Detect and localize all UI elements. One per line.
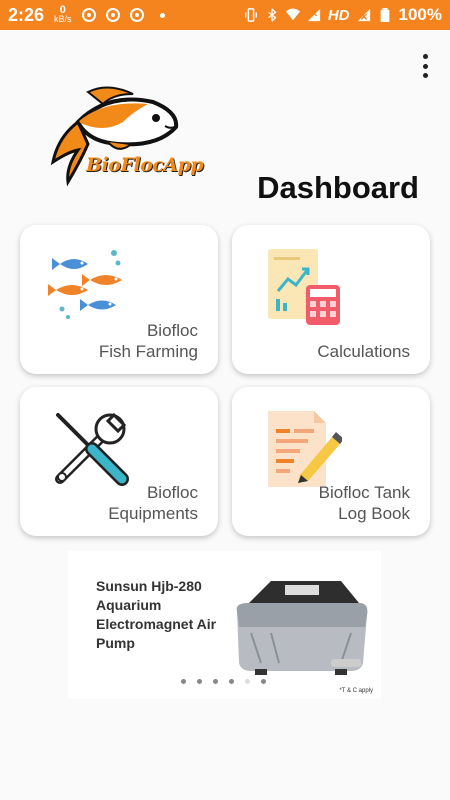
card-label-line2: Log Book (338, 504, 410, 523)
banner-fine-print: *T & C apply (339, 688, 373, 694)
cellular-signal-icon (357, 8, 370, 22)
calculator-chart-icon (268, 249, 340, 325)
tools-icon (55, 412, 129, 486)
sync-icon (267, 8, 277, 22)
aperture-icon (129, 8, 144, 22)
aperture-icon (81, 8, 96, 22)
card-label-line1: Biofloc Tank (318, 483, 410, 502)
card-label-line2: Fish Farming (98, 342, 198, 361)
promo-banner[interactable]: Sunsun Hjb-280 Aquarium Electromagnet Ai… (68, 551, 381, 699)
vibrate-icon (244, 8, 257, 22)
carousel-dot[interactable] (197, 679, 202, 684)
battery-percent: 100% (398, 5, 442, 24)
aperture-icon (105, 8, 120, 22)
card-log-book[interactable]: Biofloc Tank Log Book (232, 387, 430, 536)
status-time: 2:26 (8, 4, 45, 25)
card-equipments[interactable]: Biofloc Equipments (20, 387, 218, 536)
carousel-indicator (181, 679, 266, 684)
network-type-label: HD (327, 6, 350, 24)
card-label-line1: Biofloc (146, 321, 198, 340)
network-speed-indicator: 0 kB/s (54, 5, 72, 24)
banner-title: Sunsun Hjb-280 Aquarium Electromagnet Ai… (96, 578, 217, 651)
card-label-line2: Equipments (108, 504, 198, 523)
air-pump-image (236, 581, 368, 675)
page-title: Dashboard (257, 170, 419, 205)
battery-icon (380, 8, 389, 22)
carousel-dot[interactable] (261, 679, 266, 684)
fish-icon (48, 250, 122, 319)
status-bar: 2:26 0 kB/s HD 100% (0, 0, 450, 30)
logo-text: BioFlocApp (86, 154, 204, 176)
more-options-icon[interactable] (420, 54, 430, 78)
card-fish-farming[interactable]: Biofloc Fish Farming (20, 225, 218, 374)
card-label-line1: Biofloc (146, 483, 198, 502)
carousel-dot-active[interactable] (245, 679, 250, 684)
logbook-icon (268, 411, 342, 487)
cellular-signal-icon (307, 8, 320, 22)
card-label-line2: Calculations (317, 342, 410, 361)
carousel-dot[interactable] (181, 679, 186, 684)
net-speed-unit: kB/s (54, 14, 72, 24)
carousel-dot[interactable] (213, 679, 218, 684)
notification-dot-icon (159, 12, 165, 18)
carousel-dot[interactable] (229, 679, 234, 684)
wifi-icon (285, 8, 300, 21)
card-calculations[interactable]: Calculations (232, 225, 430, 374)
